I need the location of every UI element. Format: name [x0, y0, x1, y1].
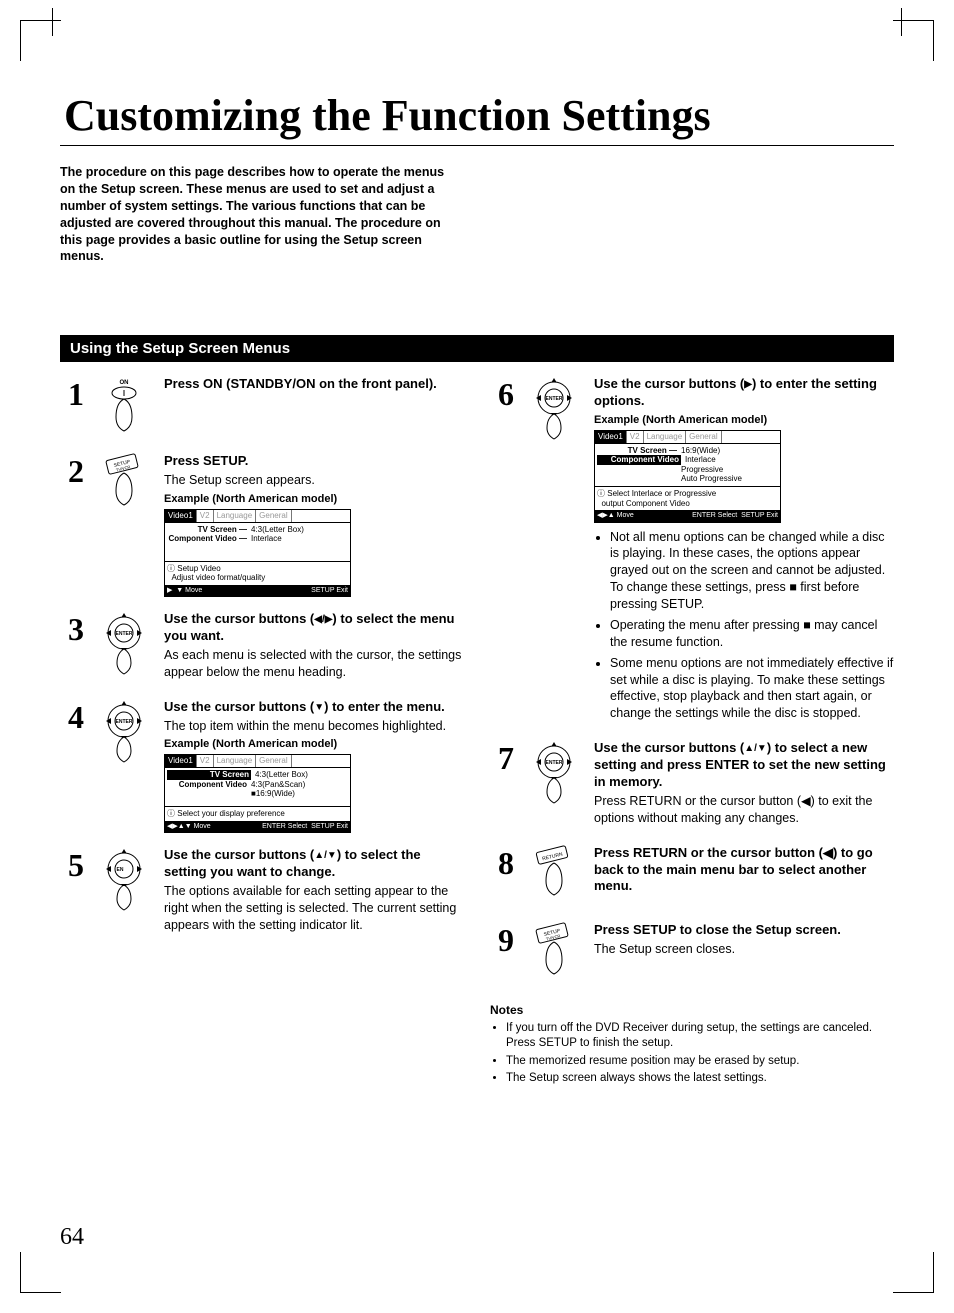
title-rule [60, 145, 894, 146]
svg-text:ENTER: ENTER [546, 396, 563, 402]
enter-dpad-icon: ENTER [94, 699, 154, 833]
step-text: The top item within the menu becomes hig… [164, 718, 464, 735]
step-number: 4 [60, 699, 84, 833]
step-number: 5 [60, 847, 84, 937]
step-number: 9 [490, 922, 514, 985]
bullet: Not all menu options can be changed whil… [610, 529, 894, 613]
step-text: The Setup screen appears. [164, 472, 464, 489]
osd-tab: Video1 [165, 755, 197, 767]
intro-paragraph: The procedure on this page describes how… [60, 164, 460, 265]
osd-tab: Video1 [595, 431, 627, 443]
enter-dpad-icon: ENTER [524, 376, 584, 726]
step-number: 2 [60, 453, 84, 597]
step-1: 1 ON Press ON (STANDBY/ON on the front p… [60, 376, 464, 439]
step-title: Press ON (STANDBY/ON on the front panel)… [164, 376, 464, 393]
step-title: Use the cursor buttons (▼) to enter the … [164, 699, 464, 716]
osd-tab: General [256, 510, 291, 522]
step-title: Use the cursor buttons (▶) to enter the … [594, 376, 894, 410]
step-text: The Setup screen closes. [594, 941, 894, 958]
step-5: 5 EN Use the cursor buttons (▲/▼) to s [60, 847, 464, 937]
svg-text:ENTER: ENTER [116, 631, 133, 637]
step-text: The options available for each setting a… [164, 883, 464, 934]
note: The Setup screen always shows the latest… [506, 1071, 894, 1087]
step-title: Use the cursor buttons (◀/▶) to select t… [164, 611, 464, 645]
example-label: Example (North American model) [164, 493, 464, 505]
step-number: 7 [490, 740, 514, 830]
osd-screenshot-c: Video1 V2 Language General TV Screen —16… [594, 430, 781, 523]
step-title: Use the cursor buttons (▲/▼) to select a… [594, 740, 894, 791]
step-bullets: Not all menu options can be changed whil… [594, 529, 894, 723]
step-title: Press RETURN or the cursor button (◀) to… [594, 845, 894, 896]
note: If you turn off the DVD Receiver during … [506, 1021, 894, 1052]
bullet: Some menu options are not immediately ef… [610, 655, 894, 723]
osd-tab: General [256, 755, 291, 767]
svg-text:EN: EN [117, 867, 124, 873]
notes-list: If you turn off the DVD Receiver during … [490, 1021, 894, 1087]
osd-tab: V2 [197, 510, 214, 522]
bullet: Operating the menu after pressing ■ may … [610, 617, 894, 651]
crop-mark [20, 1252, 61, 1293]
crop-mark [901, 8, 902, 36]
step-8: 8 RETURN Press RETURN or the cursor butt… [490, 845, 894, 908]
step-2: 2 SETUP TV/VCR Press SETUP. The Setup sc… [60, 453, 464, 597]
step-9: 9 SETUP TV/VCR Press SETUP to close the … [490, 922, 894, 985]
page-number: 64 [60, 1224, 84, 1251]
osd-tab: Video1 [165, 510, 197, 522]
osd-screenshot-a: Video1 V2 Language General TV Screen —4:… [164, 509, 351, 597]
osd-tab: V2 [627, 431, 644, 443]
step-number: 8 [490, 845, 514, 908]
page-title: Customizing the Function Settings [60, 90, 894, 141]
step-title: Press SETUP. [164, 453, 464, 470]
step-title: Press SETUP to close the Setup screen. [594, 922, 894, 939]
crop-mark [893, 1252, 934, 1293]
on-button-icon: ON [94, 376, 154, 439]
osd-tab: Language [214, 510, 257, 522]
section-heading: Using the Setup Screen Menus [60, 335, 894, 362]
step-6: 6 ENTER Use the cursor buttons (▶) to [490, 376, 894, 726]
step-4: 4 ENTER Use the cursor buttons (▼) to [60, 699, 464, 833]
step-number: 6 [490, 376, 514, 726]
enter-dpad-icon: EN [94, 847, 154, 937]
osd-screenshot-b: Video1 V2 Language General TV Screen4:3(… [164, 754, 351, 833]
notes-heading: Notes [490, 1003, 894, 1017]
crop-mark [20, 20, 61, 61]
osd-tab: Language [644, 431, 687, 443]
svg-text:ENTER: ENTER [116, 719, 133, 725]
enter-dpad-icon: ENTER [94, 611, 154, 685]
step-number: 1 [60, 376, 84, 439]
svg-text:ENTER: ENTER [546, 760, 563, 766]
crop-mark [893, 20, 934, 61]
step-title: Use the cursor buttons (▲/▼) to select t… [164, 847, 464, 881]
osd-tab: V2 [197, 755, 214, 767]
svg-text:ON: ON [120, 380, 129, 386]
step-3: 3 ENTER Use the cursor buttons (◀/▶) t [60, 611, 464, 685]
setup-button-icon: SETUP TV/VCR [524, 922, 584, 985]
osd-tab: Language [214, 755, 257, 767]
crop-mark [52, 8, 53, 36]
note: The memorized resume position may be era… [506, 1054, 894, 1070]
example-label: Example (North American model) [164, 738, 464, 750]
step-text: As each menu is selected with the cursor… [164, 647, 464, 681]
setup-button-icon: SETUP TV/VCR [94, 453, 154, 597]
example-label: Example (North American model) [594, 414, 894, 426]
enter-dpad-icon: ENTER [524, 740, 584, 830]
step-7: 7 ENTER Use the cursor buttons (▲/▼) t [490, 740, 894, 830]
two-column-layout: 1 ON Press ON (STANDBY/ON on the front p… [60, 376, 894, 1088]
step-text: Press RETURN or the cursor button (◀) to… [594, 793, 894, 827]
return-button-icon: RETURN [524, 845, 584, 908]
osd-tab: General [686, 431, 721, 443]
step-number: 3 [60, 611, 84, 685]
